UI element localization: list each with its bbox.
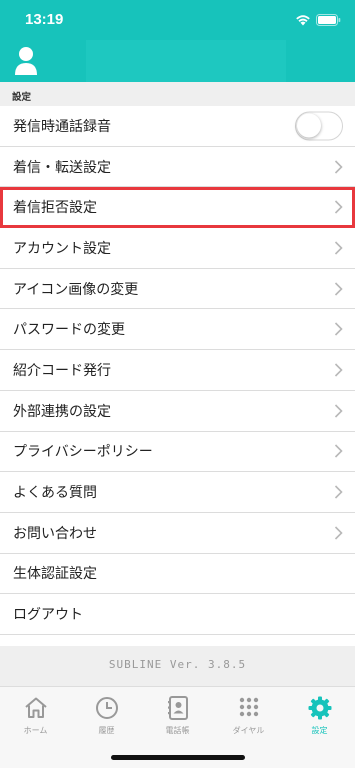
- menu-item-label: よくある質問: [13, 484, 97, 501]
- contacts-icon: [167, 696, 188, 720]
- menu-item-call-block[interactable]: 着信拒否設定: [0, 187, 355, 229]
- chevron-right-icon: [334, 241, 343, 255]
- chevron-right-icon: [334, 404, 343, 418]
- menu-item-incoming-forward[interactable]: 着信・転送設定: [0, 147, 355, 188]
- status-bar: 13:19: [0, 0, 355, 40]
- chevron-right-icon: [334, 363, 343, 377]
- tab-label: 電話帳: [165, 726, 190, 735]
- wifi-icon: [296, 15, 310, 26]
- menu-item-faq[interactable]: よくある質問: [0, 472, 355, 513]
- menu-item-label: アイコン画像の変更: [13, 280, 139, 297]
- settings-menu: 発信時通話録音 着信・転送設定 着信拒否設定 アカウント設定 アイコン画像の変更…: [0, 106, 355, 635]
- menu-item-label: パスワードの変更: [13, 321, 125, 338]
- clock-icon: [95, 697, 118, 719]
- menu-item-label: 着信・転送設定: [13, 158, 111, 175]
- menu-item-biometric[interactable]: 生体認証設定: [0, 554, 355, 595]
- gear-icon: [308, 696, 331, 720]
- chevron-right-icon: [334, 444, 343, 458]
- status-icons: [295, 14, 341, 26]
- chevron-right-icon: [334, 485, 343, 499]
- menu-item-label: お問い合わせ: [13, 524, 97, 541]
- status-time: 13:19: [25, 11, 64, 28]
- chevron-right-icon: [334, 322, 343, 336]
- menu-item-label: 紹介コード発行: [13, 361, 111, 378]
- tab-home[interactable]: ホーム: [0, 687, 71, 768]
- menu-item-referral-code[interactable]: 紹介コード発行: [0, 350, 355, 391]
- menu-item-label: 発信時通話録音: [13, 117, 111, 134]
- call-recording-toggle[interactable]: [295, 111, 343, 141]
- chevron-right-icon: [334, 200, 343, 214]
- tab-label: ダイヤル: [232, 726, 265, 735]
- menu-item-privacy-policy[interactable]: プライバシーポリシー: [0, 432, 355, 473]
- version-label: SUBLINE Ver. 3.8.5: [0, 646, 355, 686]
- menu-item-label: プライバシーポリシー: [13, 443, 153, 460]
- menu-item-contact[interactable]: お問い合わせ: [0, 513, 355, 554]
- section-header: 設定: [0, 82, 355, 106]
- menu-item-account[interactable]: アカウント設定: [0, 228, 355, 269]
- menu-item-label: ログアウト: [13, 606, 83, 623]
- menu-item-label: 生体認証設定: [13, 565, 97, 582]
- chevron-right-icon: [334, 526, 343, 540]
- menu-item-call-recording[interactable]: 発信時通話録音: [0, 106, 355, 147]
- menu-item-external-link[interactable]: 外部連携の設定: [0, 391, 355, 432]
- user-avatar-icon[interactable]: [14, 46, 38, 76]
- home-icon: [24, 697, 47, 718]
- menu-item-password[interactable]: パスワードの変更: [0, 309, 355, 351]
- battery-icon: [316, 14, 341, 26]
- chevron-right-icon: [334, 282, 343, 296]
- chevron-right-icon: [334, 159, 343, 174]
- home-indicator: [111, 755, 245, 760]
- menu-item-label: 着信拒否設定: [13, 199, 97, 216]
- tab-label: 履歴: [98, 726, 115, 735]
- menu-item-icon-image[interactable]: アイコン画像の変更: [0, 269, 355, 310]
- menu-item-label: アカウント設定: [13, 239, 111, 256]
- tab-label: 設定: [311, 726, 328, 735]
- tab-label: ホーム: [23, 726, 48, 735]
- dialpad-icon: [239, 697, 258, 717]
- menu-item-label: 外部連携の設定: [13, 402, 111, 419]
- tab-settings[interactable]: 設定: [284, 687, 355, 768]
- toggle-knob: [297, 113, 321, 138]
- app-header: [0, 40, 355, 82]
- header-center-area: [86, 40, 286, 82]
- menu-item-logout[interactable]: ログアウト: [0, 594, 355, 635]
